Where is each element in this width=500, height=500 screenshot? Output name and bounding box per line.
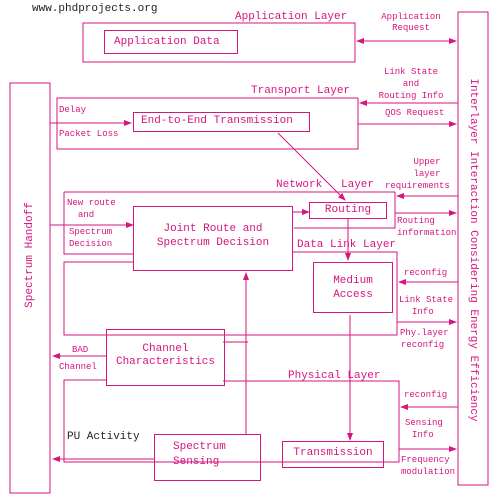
sensing-info-label-1: Sensing [405, 418, 443, 428]
delay-label: Delay [59, 105, 87, 115]
reconfig-dl-label: reconfig [404, 268, 448, 278]
link-state-label-2: and [402, 79, 420, 89]
transmission-label: Transmission [293, 447, 373, 459]
routing-info-label-1: Routing [397, 216, 435, 226]
watermark: www.phdprojects.org [32, 3, 158, 15]
phy-reconfig-label-2: reconfig [401, 340, 445, 350]
spectrum-handoff-label: Spectrum Handoff [24, 202, 36, 308]
medium-access-label-2: Access [333, 289, 373, 301]
transport-layer-title: Transport Layer [251, 85, 351, 97]
application-request-label-2: Request [392, 23, 430, 33]
upper-layer-label-2: layer [413, 169, 441, 179]
qos-request-label: QOS Request [385, 108, 445, 118]
routing-info-label-2: information [397, 228, 457, 238]
reconfig-phy-label: reconfig [404, 390, 448, 400]
new-route-label-1: New route [67, 198, 116, 208]
channel-characteristics-label-1: Channel [142, 343, 189, 355]
physical-layer-title: Physical Layer [288, 370, 381, 382]
frequency-modulation-label-2: modulation [401, 467, 456, 477]
upper-layer-label-1: Upper [413, 157, 441, 167]
new-route-label-3: Spectrum [69, 227, 113, 237]
end-to-end-transmission-label: End-to-End Transmission [141, 115, 293, 127]
channel-characteristics-label-2: Characteristics [115, 356, 216, 368]
new-route-label-4: Decision [69, 239, 113, 249]
bad-channel-label-1: BAD [72, 345, 89, 355]
packet-loss-label: Packet Loss [59, 129, 119, 139]
link-state-info-label-1: Link State [399, 295, 454, 305]
network-layer-title-word1: Network [276, 179, 323, 191]
link-state-info-label-2: Info [412, 307, 434, 317]
application-request-label-1: Application [381, 12, 441, 22]
medium-access-block[interactable] [313, 262, 393, 313]
link-state-label-3: Routing Info [378, 91, 444, 101]
upper-layer-label-3: requirements [385, 181, 450, 191]
joint-route-label-2: Spectrum Decision [156, 237, 270, 249]
pu-activity-label: PU Activity [67, 431, 140, 443]
new-route-label-2: and [78, 210, 95, 220]
sensing-info-label-2: Info [412, 430, 434, 440]
medium-access-label-1: Medium [333, 275, 373, 287]
spectrum-sensing-label-1: Spectrum [173, 441, 226, 453]
cognitive-radio-cross-layer-diagram: www.phdprojects.org Spectrum Handoff Int… [0, 0, 500, 500]
spectrum-sensing-label-2: Sensing [173, 456, 220, 468]
link-state-label-1: Link State [383, 67, 438, 77]
interlayer-interaction-label: Interlayer Interaction Considering Energ… [467, 78, 479, 422]
application-data-label: Application Data [114, 36, 220, 48]
joint-route-label-1: Joint Route and [163, 223, 263, 235]
frequency-modulation-label-1: Frequency [401, 455, 450, 465]
phy-reconfig-label-1: Phy.layer [400, 328, 449, 338]
network-layer-title-word2: Layer [341, 179, 375, 191]
routing-label: Routing [324, 204, 372, 216]
data-link-layer-title: Data Link Layer [297, 239, 397, 251]
application-layer-title: Application Layer [235, 11, 348, 23]
bad-channel-label-2: Channel [59, 362, 97, 372]
